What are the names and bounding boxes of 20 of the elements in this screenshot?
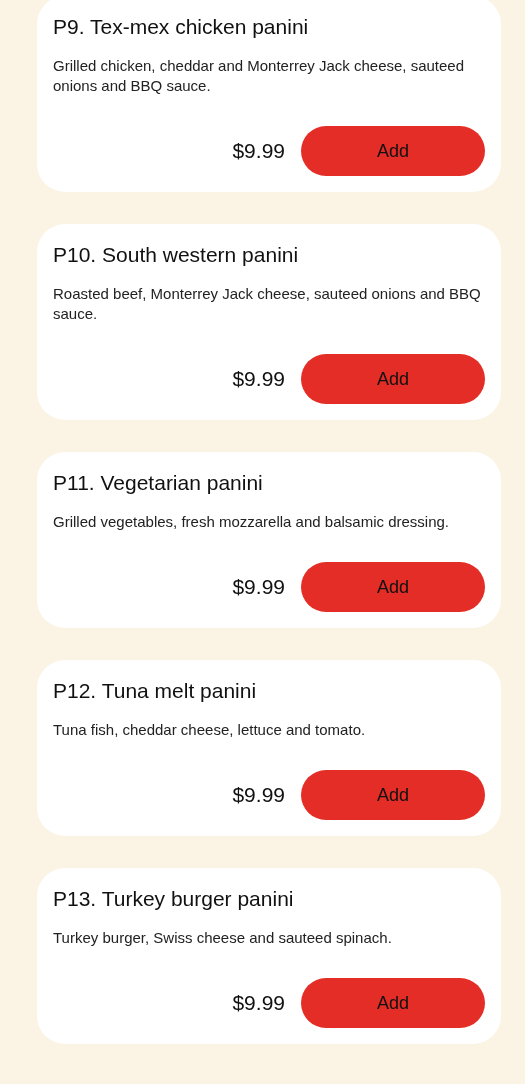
add-button[interactable]: Add [301,562,485,612]
item-price: $9.99 [232,782,285,809]
item-price: $9.99 [232,366,285,393]
item-price: $9.99 [232,574,285,601]
item-title: P13. Turkey burger panini [53,886,295,912]
item-description: Grilled chicken, cheddar and Monterrey Jack cheese, sauteed onions and BBQ sauce. [53,56,466,96]
item-title: P10. South western panini [53,242,300,268]
item-description: Tuna fish, cheddar cheese, lettuce and tomato. [53,720,367,740]
add-button[interactable]: Add [301,126,485,176]
add-button[interactable]: Add [301,978,485,1028]
item-price: $9.99 [232,138,285,165]
item-description: Roasted beef, Monterrey Jack cheese, sauteed onions and BBQ sauce. [53,284,482,324]
add-button[interactable]: Add [301,354,485,404]
item-title: P9. Tex-mex chicken panini [53,14,310,40]
add-button[interactable]: Add [301,770,485,820]
item-title: P12. Tuna melt panini [53,678,258,704]
item-title: P11. Vegetarian panini [53,470,264,496]
item-price: $9.99 [232,990,285,1017]
item-description: Grilled vegetables, fresh mozzarella and balsamic dressing. [53,512,451,532]
item-description: Turkey burger, Swiss cheese and sauteed spinach. [53,928,393,948]
